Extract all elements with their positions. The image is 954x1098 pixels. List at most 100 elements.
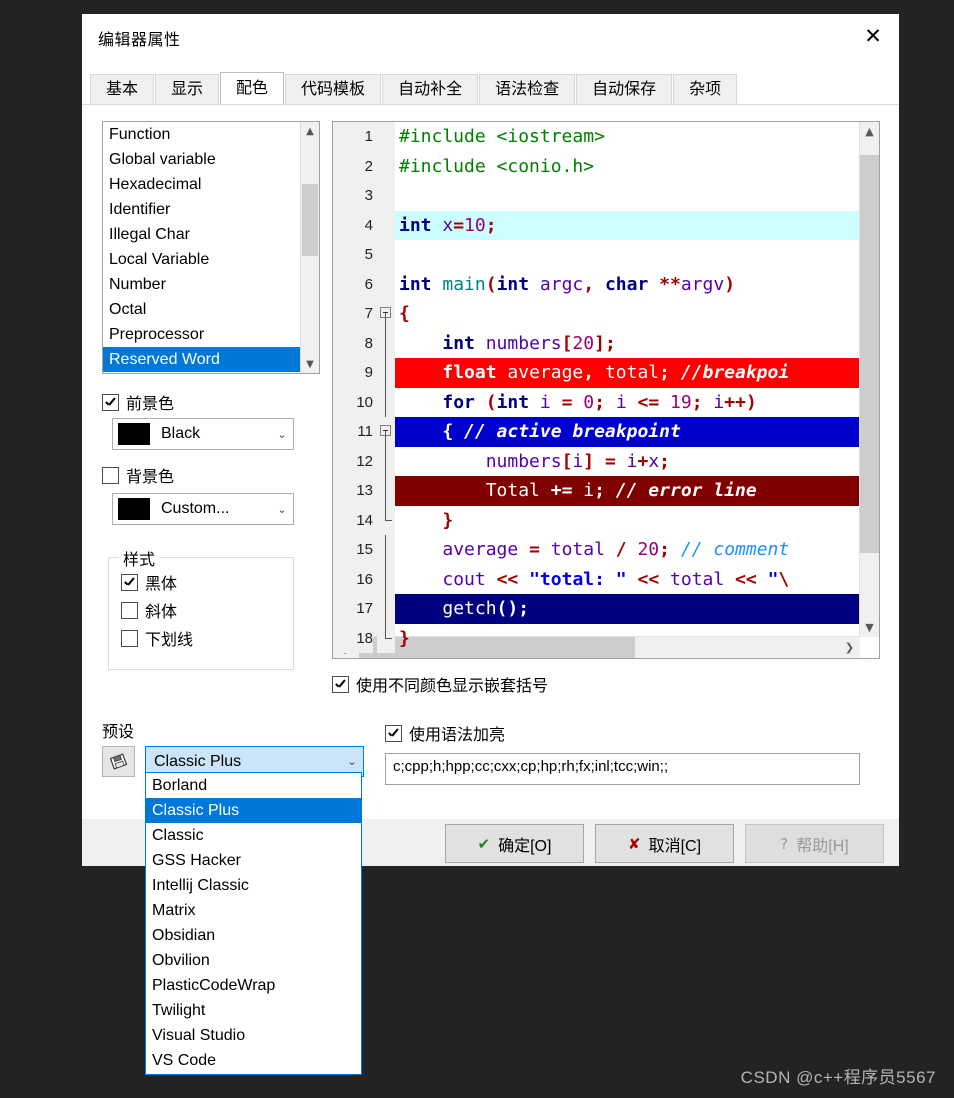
syntax-highlight-checkbox-box[interactable] <box>385 724 402 742</box>
style-option-1[interactable]: 斜体 <box>121 598 193 622</box>
editor-vertical-scrollbar[interactable]: ▲ ▼ <box>859 122 879 637</box>
close-icon[interactable]: ✕ <box>847 14 899 58</box>
code-line[interactable]: 3 <box>333 181 879 211</box>
fold-marker[interactable] <box>377 328 395 358</box>
code-line[interactable]: 8 int numbers[20]; <box>333 328 879 358</box>
fold-marker[interactable] <box>377 476 395 506</box>
scrollbar-thumb[interactable] <box>860 155 879 553</box>
code-line[interactable]: 12 numbers[i] = i+x; <box>333 446 879 476</box>
chevron-right-icon[interactable]: ❯ <box>839 637 860 658</box>
preset-option[interactable]: Classic Plus <box>146 798 361 823</box>
preset-option[interactable]: Visual Studio <box>146 1023 361 1048</box>
list-item[interactable]: Illegal Char <box>103 222 301 247</box>
style-option-1-box[interactable] <box>121 601 138 619</box>
preset-option[interactable]: Intellij Classic <box>146 873 361 898</box>
preset-option[interactable]: Obsidian <box>146 923 361 948</box>
tab-4[interactable]: 自动补全 <box>382 74 479 104</box>
code-line[interactable]: 9 float average, total; //breakpoi <box>333 358 879 388</box>
preset-option[interactable]: Obvilion <box>146 948 361 973</box>
syntax-highlight-checkbox[interactable]: 使用语法加亮 <box>385 721 505 745</box>
fold-marker[interactable] <box>377 594 395 624</box>
save-floppy-icon[interactable] <box>102 746 135 777</box>
code-line[interactable]: 15 average = total / 20; // comment <box>333 535 879 565</box>
foreground-color-combo[interactable]: Black ⌄ <box>112 418 294 450</box>
code-line[interactable]: 6 int main(int argc, char **argv) <box>333 269 879 299</box>
fold-marker[interactable] <box>377 505 395 535</box>
style-option-0[interactable]: 黑体 <box>121 570 193 594</box>
preset-option[interactable]: GSS Hacker <box>146 848 361 873</box>
cancel-button[interactable]: ✘ 取消[C] <box>595 824 734 863</box>
style-option-0-box[interactable] <box>121 573 138 591</box>
code-line[interactable]: 11 { // active breakpoint <box>333 417 879 447</box>
fold-marker[interactable] <box>377 151 395 181</box>
list-item[interactable]: Local Variable <box>103 247 301 272</box>
list-item[interactable]: Global variable <box>103 147 301 172</box>
ok-button[interactable]: ✔ 确定[O] <box>445 824 584 863</box>
fold-marker[interactable] <box>377 623 395 653</box>
code-lines[interactable]: 1 #include <iostream> 2 #include <conio.h> 3… <box>333 122 879 658</box>
tab-5[interactable]: 语法检查 <box>479 74 576 104</box>
list-item[interactable]: Identifier <box>103 197 301 222</box>
foreground-checkbox[interactable]: 前景色 <box>102 390 174 414</box>
fold-marker[interactable] <box>377 269 395 299</box>
code-line[interactable]: 13 Total += i; // error line <box>333 476 879 506</box>
fold-marker[interactable] <box>377 240 395 270</box>
list-item[interactable]: Number <box>103 272 301 297</box>
chevron-down-icon[interactable]: ▼ <box>301 355 319 373</box>
list-item[interactable]: Hexadecimal <box>103 172 301 197</box>
preset-option[interactable]: Borland <box>146 773 361 798</box>
fold-marker[interactable] <box>377 446 395 476</box>
code-line[interactable]: 14 } <box>333 505 879 535</box>
fold-marker[interactable] <box>377 535 395 565</box>
fold-marker[interactable] <box>377 358 395 388</box>
tab-2[interactable]: 配色 <box>220 72 285 104</box>
list-item[interactable]: Function <box>103 122 301 147</box>
tab-3[interactable]: 代码模板 <box>285 74 382 104</box>
chevron-up-icon[interactable]: ▲ <box>301 122 319 140</box>
fold-marker[interactable] <box>377 299 395 329</box>
tab-0[interactable]: 基本 <box>90 74 155 104</box>
code-line[interactable]: 17 getch(); <box>333 594 879 624</box>
chevron-down-icon[interactable]: ⌄ <box>341 755 363 768</box>
code-line[interactable]: 16 cout << "total: " << total << "\ <box>333 564 879 594</box>
background-checkbox[interactable]: 背景色 <box>102 463 174 487</box>
code-line[interactable]: 1 #include <iostream> <box>333 122 879 152</box>
code-line[interactable]: 4 int x=10; <box>333 210 879 240</box>
style-option-2-box[interactable] <box>121 629 138 647</box>
chevron-down-icon[interactable]: ⌄ <box>271 428 293 441</box>
chevron-down-icon[interactable]: ⌄ <box>271 503 293 516</box>
list-item[interactable]: Preprocessor <box>103 322 301 347</box>
nested-brackets-checkbox[interactable]: 使用不同颜色显示嵌套括号 <box>332 672 548 696</box>
nested-brackets-checkbox-box[interactable] <box>332 675 349 693</box>
code-line[interactable]: 2 #include <conio.h> <box>333 151 879 181</box>
preset-option[interactable]: PlasticCodeWrap <box>146 973 361 998</box>
preset-option[interactable]: Twilight <box>146 998 361 1023</box>
tab-7[interactable]: 杂项 <box>673 74 738 104</box>
preset-option[interactable]: Classic <box>146 823 361 848</box>
style-option-2[interactable]: 下划线 <box>121 626 193 650</box>
fold-marker[interactable] <box>377 210 395 240</box>
tab-6[interactable]: 自动保存 <box>576 74 673 104</box>
foreground-checkbox-box[interactable] <box>102 393 119 411</box>
fold-marker[interactable] <box>377 417 395 447</box>
fold-marker[interactable] <box>377 564 395 594</box>
preset-option[interactable]: VS Code <box>146 1048 361 1073</box>
list-item[interactable]: Reserved Word <box>103 347 301 372</box>
element-list[interactable]: Function Global variable Hexadecimal Identi… <box>102 121 320 374</box>
chevron-down-icon[interactable]: ▼ <box>860 618 879 637</box>
preset-dropdown-list[interactable]: Borland Classic Plus Classic GSS Hacker Inte… <box>145 772 362 1075</box>
background-checkbox-box[interactable] <box>102 466 119 484</box>
fold-marker[interactable] <box>377 387 395 417</box>
tab-1[interactable]: 显示 <box>155 74 220 104</box>
editor-horizontal-scrollbar[interactable]: ❮ ❯ <box>333 636 860 658</box>
chevron-up-icon[interactable]: ▲ <box>860 122 879 141</box>
code-preview[interactable]: 1 #include <iostream> 2 #include <conio.h> 3… <box>332 121 880 659</box>
background-color-combo[interactable]: Custom... ⌄ <box>112 493 294 525</box>
code-line[interactable]: 10 for (int i = 0; i <= 19; i++) <box>333 387 879 417</box>
list-item[interactable]: Octal <box>103 297 301 322</box>
preset-option[interactable]: Matrix <box>146 898 361 923</box>
fold-marker[interactable] <box>377 181 395 211</box>
code-line[interactable]: 5 <box>333 240 879 270</box>
scrollbar-thumb[interactable] <box>302 184 318 256</box>
fold-marker[interactable] <box>377 122 395 152</box>
